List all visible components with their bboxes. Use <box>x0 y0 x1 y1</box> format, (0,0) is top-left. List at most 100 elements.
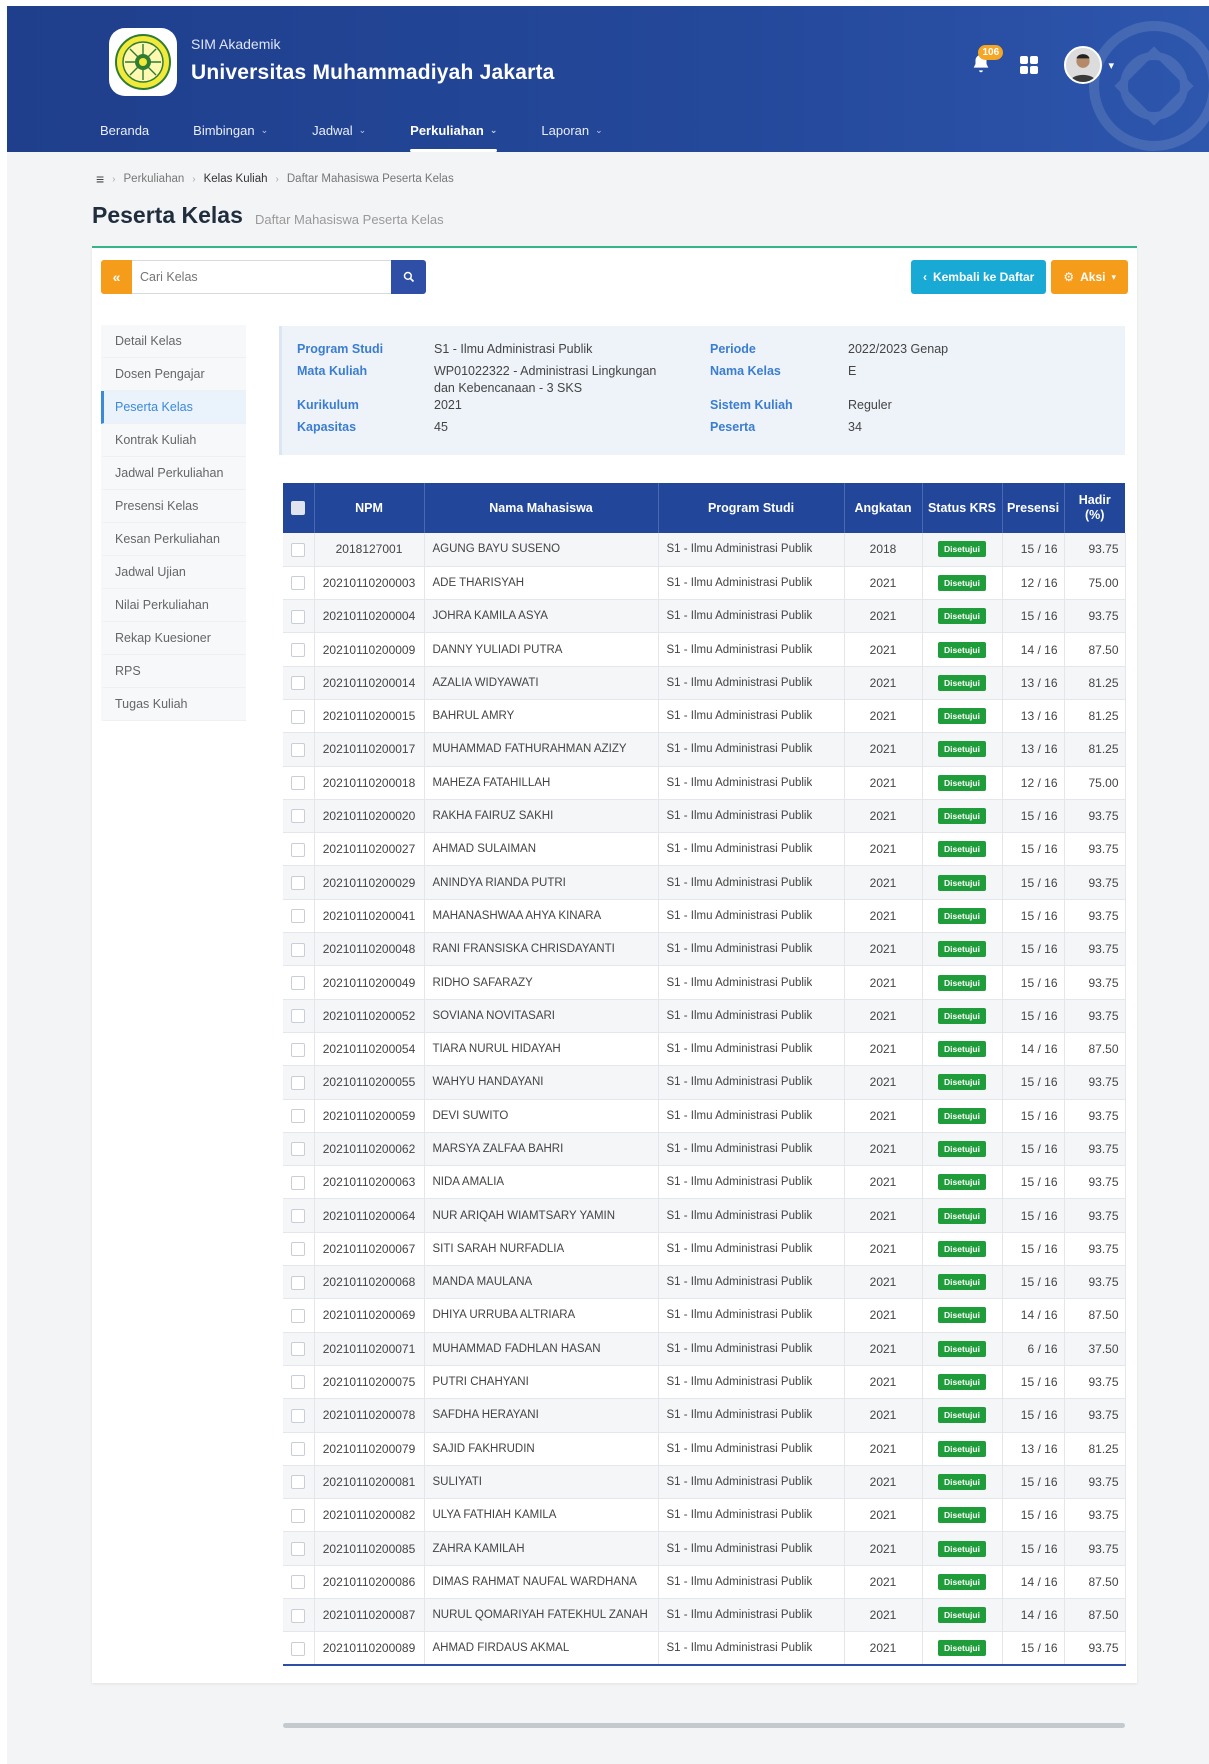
table-row[interactable]: 20210110200078 SAFDHA HERAYANI S1 - Ilmu A… <box>283 1398 1126 1433</box>
row-checkbox[interactable] <box>291 642 306 657</box>
row-checkbox[interactable] <box>291 609 306 624</box>
table-row[interactable]: 20210110200059 DEVI SUWITO S1 - Ilmu Admin… <box>283 1099 1126 1133</box>
sidebar-item-kontrak-kuliah[interactable]: Kontrak Kuliah <box>101 424 246 457</box>
row-checkbox[interactable] <box>291 776 306 791</box>
nav-jadwal[interactable]: Jadwal ⌄ <box>290 118 388 142</box>
breadcrumb-kelas-kuliah[interactable]: Kelas Kuliah <box>204 173 268 185</box>
row-checkbox[interactable] <box>291 876 306 891</box>
table-row[interactable]: 20210110200052 SOVIANA NOVITASARI S1 - Ilm… <box>283 999 1126 1033</box>
table-row[interactable]: 20210110200064 NUR ARIQAH WIAMTSARY YAMIN… <box>283 1198 1126 1233</box>
row-checkbox[interactable] <box>291 1442 306 1457</box>
col-angkatan[interactable]: Angkatan <box>844 483 923 533</box>
table-row[interactable]: 20210110200017 MUHAMMAD FATHURAHMAN AZIZY… <box>283 732 1126 767</box>
table-row[interactable]: 20210110200079 SAJID FAKHRUDIN S1 - Ilmu A… <box>283 1432 1126 1466</box>
table-row[interactable]: 20210110200003 ADE THARISYAH S1 - Ilmu Adm… <box>283 566 1126 601</box>
table-row[interactable]: 2018127001 AGUNG BAYU SUSENO S1 - Ilmu Adm… <box>283 533 1126 567</box>
row-checkbox[interactable] <box>291 1042 306 1057</box>
col-nama-mahasiswa[interactable]: Nama Mahasiswa <box>424 483 659 533</box>
table-row[interactable]: 20210110200087 NURUL QOMARIYAH FATEKHUL Z… <box>283 1598 1126 1633</box>
row-checkbox[interactable] <box>291 1242 306 1257</box>
sidebar-item-peserta-kelas[interactable]: Peserta Kelas <box>101 391 246 424</box>
row-checkbox[interactable] <box>291 1175 306 1190</box>
table-row[interactable]: 20210110200063 NIDA AMALIA S1 - Ilmu Admin… <box>283 1165 1126 1200</box>
row-checkbox[interactable] <box>291 1641 306 1656</box>
table-row[interactable]: 20210110200054 TIARA NURUL HIDAYAH S1 - Il… <box>283 1032 1126 1067</box>
table-row[interactable]: 20210110200071 MUHAMMAD FADHLAN HASAN S1 -… <box>283 1332 1126 1366</box>
table-row[interactable]: 20210110200009 DANNY YULIADI PUTRA S1 - Il… <box>283 632 1126 667</box>
table-row[interactable]: 20210110200018 MAHEZA FATAHILLAH S1 - Ilmu… <box>283 766 1126 800</box>
sidebar-item-jadwal-perkuliahan[interactable]: Jadwal Perkuliahan <box>101 457 246 490</box>
table-row[interactable]: 20210110200062 MARSYA ZALFAA BAHRI S1 - Il… <box>283 1132 1126 1167</box>
user-menu[interactable]: ▾ <box>1064 46 1114 84</box>
table-row[interactable]: 20210110200048 RANI FRANSISKA CHRISDAYANT… <box>283 932 1126 967</box>
row-checkbox[interactable] <box>291 1541 306 1556</box>
table-row[interactable]: 20210110200041 MAHANASHWAA AHYA KINARA S1 … <box>283 899 1126 934</box>
table-row[interactable]: 20210110200014 AZALIA WIDYAWATI S1 - Ilmu … <box>283 666 1126 700</box>
sidebar-item-detail-kelas[interactable]: Detail Kelas <box>101 325 246 358</box>
row-checkbox[interactable] <box>291 809 306 824</box>
table-row[interactable]: 20210110200004 JOHRA KAMILA ASYA S1 - Ilmu… <box>283 599 1126 634</box>
row-checkbox[interactable] <box>291 1075 306 1090</box>
breadcrumb-perkuliahan[interactable]: Perkuliahan <box>124 173 185 185</box>
row-checkbox[interactable] <box>291 1209 306 1223</box>
row-checkbox[interactable] <box>291 742 306 757</box>
table-row[interactable]: 20210110200027 AHMAD SULAIMAN S1 - Ilmu Ad… <box>283 832 1126 867</box>
sidebar-item-dosen-pengajar[interactable]: Dosen Pengajar <box>101 358 246 391</box>
apps-grid-icon[interactable] <box>1020 56 1039 74</box>
nav-laporan[interactable]: Laporan ⌄ <box>519 118 624 142</box>
row-checkbox[interactable] <box>291 1475 306 1490</box>
collapse-button[interactable]: « <box>101 260 132 294</box>
table-row[interactable]: 20210110200075 PUTRI CHAHYANI S1 - Ilmu Ad… <box>283 1365 1126 1400</box>
row-checkbox[interactable] <box>291 1608 306 1623</box>
row-checkbox[interactable] <box>291 1375 306 1390</box>
select-all-checkbox[interactable] <box>283 483 315 533</box>
row-checkbox[interactable] <box>291 1142 306 1157</box>
horizontal-scrollbar[interactable] <box>283 1723 1125 1728</box>
table-row[interactable]: 20210110200068 MANDA MAULANA S1 - Ilmu Adm… <box>283 1265 1126 1300</box>
notification-button[interactable]: 106 <box>970 45 1004 77</box>
sidebar-item-jadwal-ujian[interactable]: Jadwal Ujian <box>101 556 246 589</box>
aksi-button[interactable]: ⚙ Aksi ▾ <box>1051 260 1128 294</box>
row-checkbox[interactable] <box>291 1342 306 1357</box>
sidebar-item-rps[interactable]: RPS <box>101 655 246 688</box>
sidebar-item-kesan-perkuliahan[interactable]: Kesan Perkuliahan <box>101 523 246 556</box>
university-logo[interactable] <box>109 28 177 96</box>
row-checkbox[interactable] <box>291 842 306 857</box>
table-row[interactable]: 20210110200049 RIDHO SAFARAZY S1 - Ilmu Ad… <box>283 965 1126 1000</box>
table-row[interactable]: 20210110200089 AHMAD FIRDAUS AKMAL S1 - Il… <box>283 1631 1126 1667</box>
col-npm[interactable]: NPM <box>314 483 425 533</box>
table-row[interactable]: 20210110200082 ULYA FATHIAH KAMILA S1 - Il… <box>283 1498 1126 1533</box>
table-row[interactable]: 20210110200015 BAHRUL AMRY S1 - Ilmu Admin… <box>283 699 1126 734</box>
table-row[interactable]: 20210110200086 DIMAS RAHMAT NAUFAL WARDHA… <box>283 1565 1126 1600</box>
nav-bimbingan[interactable]: Bimbingan ⌄ <box>171 118 290 142</box>
row-checkbox[interactable] <box>291 1508 306 1523</box>
row-checkbox[interactable] <box>291 975 306 990</box>
row-checkbox[interactable] <box>291 1408 306 1423</box>
row-checkbox[interactable] <box>291 676 306 691</box>
row-checkbox[interactable] <box>291 709 306 724</box>
sidebar-item-tugas-kuliah[interactable]: Tugas Kuliah <box>101 688 246 721</box>
col-hadir[interactable]: Hadir (%) <box>1064 483 1125 533</box>
sidebar-item-presensi-kelas[interactable]: Presensi Kelas <box>101 490 246 523</box>
table-row[interactable]: 20210110200069 DHIYA URRUBA ALTRIARA S1 - … <box>283 1298 1126 1333</box>
sidebar-item-rekap-kuesioner[interactable]: Rekap Kuesioner <box>101 622 246 655</box>
row-checkbox[interactable] <box>291 909 306 924</box>
row-checkbox[interactable] <box>291 1575 306 1590</box>
table-row[interactable]: 20210110200081 SULIYATI S1 - Ilmu Administ… <box>283 1465 1126 1500</box>
row-checkbox[interactable] <box>291 1109 306 1124</box>
table-row[interactable]: 20210110200020 RAKHA FAIRUZ SAKHI S1 - Ilm… <box>283 799 1126 834</box>
table-row[interactable]: 20210110200085 ZAHRA KAMILAH S1 - Ilmu Adm… <box>283 1531 1126 1566</box>
col-presensi[interactable]: Presensi <box>1002 483 1065 533</box>
table-row[interactable]: 20210110200067 SITI SARAH NURFADLIA S1 - I… <box>283 1232 1126 1267</box>
sidebar-item-nilai-perkuliahan[interactable]: Nilai Perkuliahan <box>101 589 246 622</box>
col-program-studi[interactable]: Program Studi <box>658 483 845 533</box>
search-button[interactable] <box>391 260 426 294</box>
row-checkbox[interactable] <box>291 542 306 557</box>
col-status-krs[interactable]: Status KRS <box>922 483 1003 533</box>
row-checkbox[interactable] <box>291 1275 306 1290</box>
table-row[interactable]: 20210110200055 WAHYU HANDAYANI S1 - Ilmu A… <box>283 1065 1126 1100</box>
row-checkbox[interactable] <box>291 942 306 957</box>
nav-perkuliahan[interactable]: Perkuliahan ⌄ <box>388 118 519 152</box>
row-checkbox[interactable] <box>291 576 306 591</box>
row-checkbox[interactable] <box>291 1009 306 1024</box>
